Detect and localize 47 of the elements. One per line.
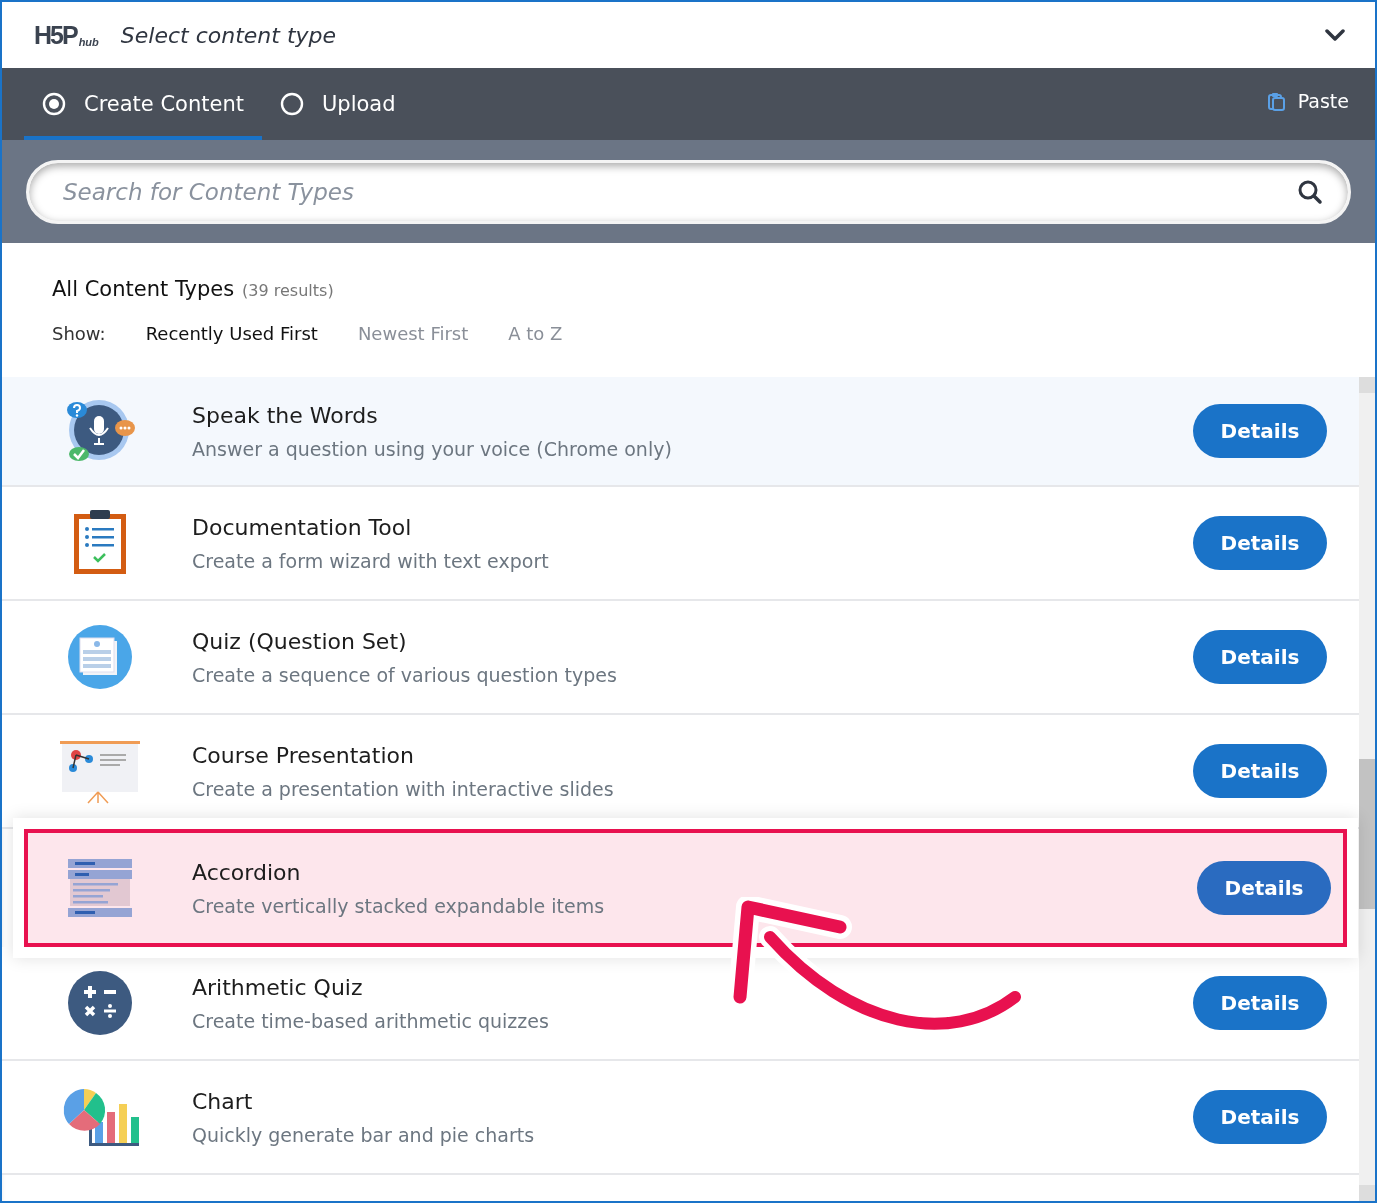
details-button[interactable]: Details (1197, 861, 1331, 915)
details-button[interactable]: Details (1193, 516, 1327, 570)
chevron-down-icon (1325, 29, 1345, 41)
search-field[interactable]: Search for Content Types (26, 159, 1351, 224)
details-button[interactable]: Details (1193, 976, 1327, 1030)
details-button[interactable]: Details (1193, 404, 1327, 458)
content-type-description: Create time-based arithmetic quizzes (192, 1009, 550, 1032)
show-label: Show: (52, 322, 106, 344)
content-type-description: Create vertically stacked expandable items (192, 894, 606, 917)
dialog-title: Select content type (120, 22, 338, 48)
scrollbar[interactable] (1359, 377, 1375, 1201)
content-type-description: Quickly generate bar and pie charts (192, 1123, 536, 1146)
content-type-row[interactable]: Speak the Words Answer a question using your voice (Chrome only) Details (2, 377, 1359, 487)
sort-option[interactable]: Recently Used First (145, 322, 318, 344)
content-type-title: Course Presentation (192, 742, 415, 768)
content-type-row[interactable]: Documentation Tool Create a form wizard with text export Details (2, 487, 1359, 601)
paste-button[interactable]: Paste (1265, 68, 1349, 134)
content-type-description: Create a form wizard with text export (192, 549, 550, 572)
scroll-down-button[interactable] (1359, 1185, 1375, 1201)
content-type-description: Create a presentation with interactive slides (192, 777, 615, 800)
content-type-title: Quiz (Question Set) (192, 628, 408, 654)
content-type-row[interactable]: Arithmetic Quiz Create time-based arithmetic quizzes Details (2, 947, 1359, 1061)
content-type-title: Chart (192, 1088, 254, 1114)
details-button[interactable]: Details (1193, 744, 1327, 798)
arithmetic-symbols-icon (67, 970, 133, 1036)
section-title: All Content Types (52, 276, 235, 301)
search-icon (1297, 178, 1323, 205)
content-type-row[interactable]: Course Presentation Create a presentation with interactive slides Details (2, 715, 1359, 829)
details-button[interactable]: Details (1193, 1090, 1327, 1144)
content-type-row[interactable]: Quiz (Question Set) Create a sequence of various question types Details (2, 601, 1359, 715)
accordion-icon (66, 856, 134, 920)
logo: H5Phub (34, 20, 99, 50)
result-count: (39 results) (242, 280, 334, 300)
content-type-description: Create a sequence of various question types (192, 663, 618, 686)
content-type-title: Accordion (192, 859, 302, 885)
details-button[interactable]: Details (1193, 630, 1327, 684)
radio-checked-icon (42, 92, 66, 116)
content-type-row[interactable]: Chart Quickly generate bar and pie charts Details (2, 1061, 1359, 1175)
radio-icon (280, 92, 304, 116)
scroll-up-button[interactable] (1359, 377, 1375, 393)
tab[interactable]: Upload (262, 68, 414, 140)
content-type-title: Documentation Tool (192, 514, 413, 540)
content-type-title: Speak the Words (192, 402, 379, 428)
clipboard-icon (1265, 91, 1286, 111)
content-type-title: Arithmetic Quiz (192, 974, 364, 1000)
content-type-description: Answer a question using your voice (Chrome only) (192, 437, 673, 460)
scrollbar-thumb[interactable] (1359, 759, 1375, 909)
